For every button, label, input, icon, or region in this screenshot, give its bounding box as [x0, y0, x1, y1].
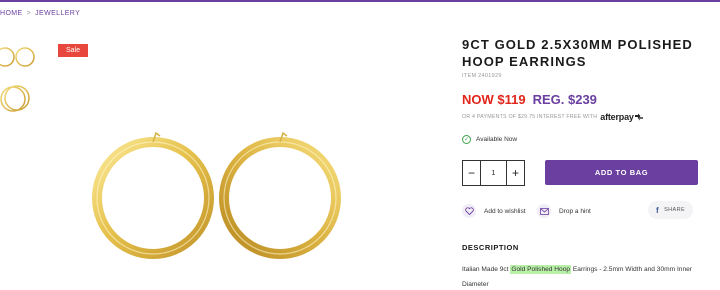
description-highlight: Gold Polished Hoop: [510, 265, 572, 274]
sale-badge: Sale: [58, 44, 88, 57]
description-heading: DESCRIPTION: [462, 243, 519, 252]
check-icon: ✓: [462, 135, 471, 144]
afterpay-arrows-icon: [634, 113, 643, 121]
afterpay-text: OR 4 PAYMENTS OF $29.75 INTEREST FREE WI…: [462, 114, 598, 120]
product-actions: Add to wishlist Drop a hint f SHARE: [462, 201, 702, 222]
price-regular: REG. $239: [532, 92, 597, 107]
add-to-wishlist-button[interactable]: Add to wishlist: [462, 204, 526, 218]
hint-label: Drop a hint: [559, 207, 591, 215]
product-image[interactable]: [80, 120, 360, 290]
price-row: NOW $119 REG. $239: [462, 92, 712, 107]
product-title: 9CT GOLD 2.5X30MM POLISHED HOOP EARRINGS: [462, 37, 693, 69]
availability-text: Available Now: [476, 136, 518, 143]
wishlist-label: Add to wishlist: [484, 207, 526, 215]
breadcrumb-jewellery[interactable]: JEWELLERY: [35, 10, 80, 17]
breadcrumb: HOME > JEWELLERY: [0, 10, 80, 17]
minus-icon[interactable]: −: [463, 161, 480, 185]
afterpay-brand: afterpay: [600, 112, 634, 122]
share-label: SHARE: [664, 207, 686, 213]
price-now: NOW $119: [462, 92, 526, 107]
thumbnail-pair-angle[interactable]: [0, 82, 40, 116]
quantity-input[interactable]: 1: [480, 161, 507, 185]
heart-icon: [462, 204, 476, 218]
description-text: Italian Made 9ct Gold Polished Hoop Earr…: [462, 262, 707, 290]
share-button[interactable]: f SHARE: [648, 201, 693, 219]
breadcrumb-separator: >: [26, 10, 32, 17]
drop-a-hint-button[interactable]: Drop a hint: [537, 204, 591, 218]
availability-status: ✓ Available Now: [462, 135, 517, 144]
item-number: ITEM 2401929: [462, 73, 502, 79]
top-accent-bar: [0, 0, 720, 2]
afterpay-info: OR 4 PAYMENTS OF $29.75 INTEREST FREE WI…: [462, 112, 712, 122]
afterpay-logo[interactable]: afterpay: [600, 112, 643, 122]
breadcrumb-home[interactable]: HOME: [0, 10, 23, 17]
thumbnail-list: [0, 40, 40, 124]
plus-icon[interactable]: +: [507, 161, 524, 185]
add-to-bag-button[interactable]: ADD TO BAG: [545, 160, 698, 185]
quantity-stepper: − 1 +: [462, 160, 525, 186]
envelope-icon: [537, 204, 551, 218]
thumbnail-pair-side[interactable]: [0, 40, 40, 74]
description-prefix: Italian Made 9ct: [462, 266, 511, 273]
product-info: 9CT GOLD 2.5X30MM POLISHED HOOP EARRINGS…: [462, 36, 712, 122]
facebook-icon: f: [655, 205, 660, 215]
